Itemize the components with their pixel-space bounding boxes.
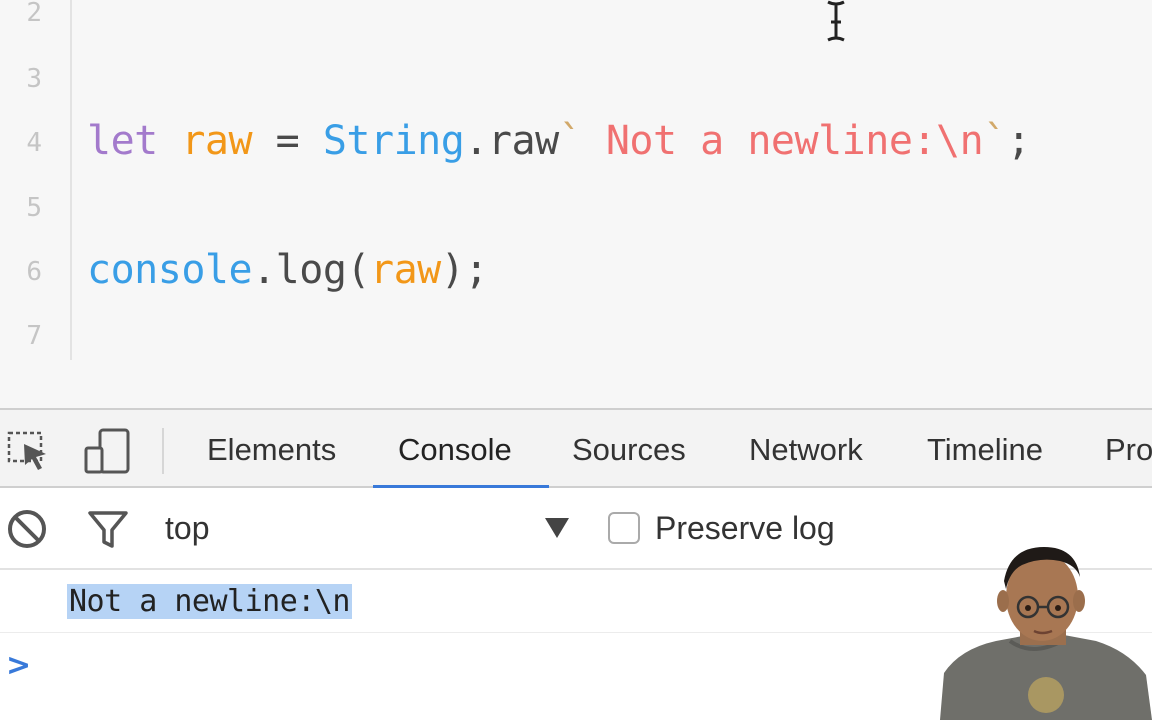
code-line[interactable]: 4 let raw = String.raw` Not a newline:\n… [0,110,1152,174]
devtools-tabbar: Elements Console Sources Network Timelin… [0,408,1152,489]
console-message-text[interactable]: Not a newline:\n [67,584,352,619]
filter-icon[interactable] [87,508,129,550]
clear-console-icon[interactable] [6,508,48,550]
code-token-punctuation: ; [1006,118,1031,164]
chevron-down-icon[interactable] [545,518,569,538]
code-token-variable: raw [370,247,441,293]
i-beam-cursor-icon [827,0,845,42]
tab-profiles[interactable]: Pro [1105,432,1152,468]
code-line[interactable]: 6 console.log(raw); [0,239,1152,303]
code-token-backtick: ` [983,118,1007,164]
tab-network[interactable]: Network [749,432,863,468]
code-token-keyword: let [87,118,158,164]
code-token-method: .log( [252,247,370,293]
line-number: 5 [26,193,42,223]
code-line[interactable]: 5 [0,175,1152,239]
code-line[interactable]: 7 [0,303,1152,367]
code-token-variable: raw [181,118,253,164]
tab-timeline[interactable]: Timeline [927,432,1043,468]
code-text: let raw = String.raw` Not a newline:\n`; [87,118,1031,164]
code-text: console.log(raw); [87,247,488,293]
code-token-backtick: ` [558,118,583,164]
code-editor[interactable]: 2 3 4 let raw = String.raw` Not a newlin… [0,0,1152,408]
tab-elements[interactable]: Elements [207,432,336,468]
screen: 2 3 4 let raw = String.raw` Not a newlin… [0,0,1152,720]
line-number: 3 [26,64,42,94]
toolbar-separator [162,428,164,474]
preserve-log-label[interactable]: Preserve log [655,510,835,547]
line-number: 4 [26,128,42,158]
presenter-webcam-image [940,547,1152,720]
device-mode-icon[interactable] [84,428,130,474]
line-number: 7 [26,321,42,351]
code-token-string: Not a newline:\n [582,118,984,164]
line-number: 2 [26,0,42,28]
code-token-operator: = [252,118,323,164]
code-token-object: console [87,247,253,293]
code-line[interactable]: 3 [0,46,1152,110]
context-selector[interactable]: top [165,510,209,547]
tab-console[interactable]: Console [398,432,512,468]
inspect-element-icon[interactable] [6,428,52,474]
code-token-punctuation: ); [440,247,489,293]
preserve-log-checkbox[interactable] [608,512,640,544]
prompt-chevron-icon: > [6,648,32,683]
line-number: 6 [26,257,42,287]
code-line[interactable]: 2 [0,0,1152,44]
code-token-class: String [322,118,465,164]
tab-sources[interactable]: Sources [572,432,686,468]
code-token-method: .raw [464,118,559,164]
